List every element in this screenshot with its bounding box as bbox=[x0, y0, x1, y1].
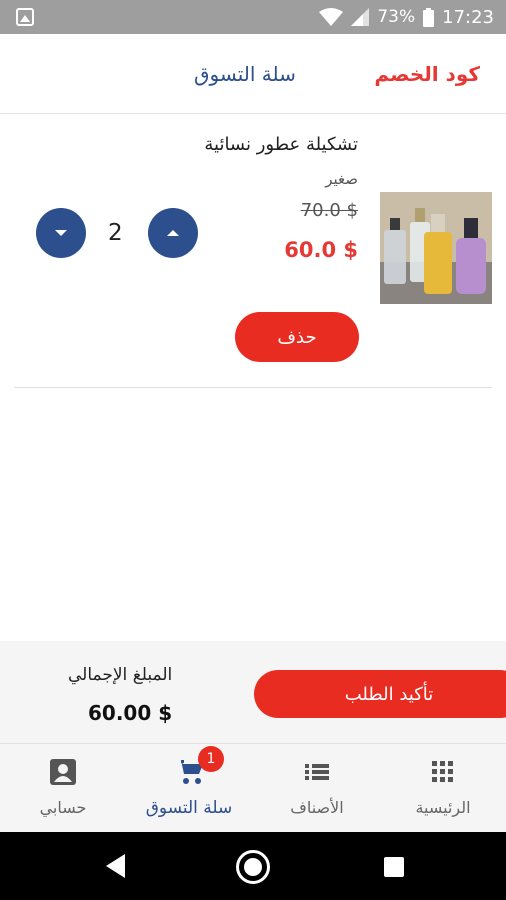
home-circle-icon[interactable] bbox=[236, 850, 270, 884]
nav-categories[interactable]: الأصناف bbox=[254, 744, 380, 833]
bottom-navigation: الرئيسية الأصناف سلة التسوق 1 حسابي bbox=[0, 743, 506, 832]
nav-categories-label: الأصناف bbox=[290, 798, 344, 817]
cart-item: تشكيلة عطور نسائية صغير 70.0 $ 60.0 $ 2 … bbox=[14, 114, 492, 388]
order-summary: تأكيد الطلب المبلغ الإجمالي 60.00 $ bbox=[0, 641, 506, 743]
cart-count-badge: 1 bbox=[198, 746, 224, 772]
grid-icon bbox=[429, 758, 457, 786]
coupon-code-link[interactable]: كود الخصم bbox=[374, 62, 480, 86]
nav-home[interactable]: الرئيسية bbox=[380, 744, 506, 833]
account-icon bbox=[49, 758, 77, 786]
product-name[interactable]: تشكيلة عطور نسائية bbox=[204, 134, 358, 155]
old-price: 70.0 $ bbox=[300, 200, 358, 221]
recent-apps-icon[interactable] bbox=[384, 857, 404, 877]
nav-home-label: الرئيسية bbox=[415, 798, 471, 817]
gallery-notification-icon bbox=[16, 8, 34, 26]
total-label: المبلغ الإجمالي bbox=[68, 665, 173, 685]
system-navigation-bar bbox=[0, 832, 506, 900]
new-price: 60.0 $ bbox=[284, 238, 358, 262]
battery-icon bbox=[423, 7, 435, 27]
status-right: 73% 17:23 bbox=[319, 0, 494, 34]
quantity-increase-button[interactable] bbox=[148, 208, 198, 258]
list-icon bbox=[303, 758, 331, 786]
total-value: 60.00 $ bbox=[88, 701, 173, 725]
nav-cart[interactable]: سلة التسوق bbox=[126, 744, 252, 833]
quantity-decrease-button[interactable] bbox=[36, 208, 86, 258]
chevron-down-icon bbox=[55, 230, 67, 236]
header: كود الخصم سلة التسوق bbox=[0, 34, 506, 114]
back-icon[interactable] bbox=[106, 854, 125, 878]
wifi-icon bbox=[319, 8, 344, 26]
cart-screen: 73% 17:23 كود الخصم سلة التسوق تشكيلة عط… bbox=[0, 0, 506, 900]
nav-account[interactable]: حسابي bbox=[0, 744, 126, 833]
confirm-order-button[interactable]: تأكيد الطلب bbox=[254, 670, 506, 718]
product-size: صغير bbox=[325, 170, 358, 188]
battery-percent: 73% bbox=[377, 7, 416, 27]
signal-icon bbox=[351, 8, 370, 26]
chevron-up-icon bbox=[167, 230, 179, 236]
clock: 17:23 bbox=[442, 6, 494, 28]
nav-cart-label: سلة التسوق bbox=[145, 798, 233, 818]
status-bar: 73% 17:23 bbox=[0, 0, 506, 34]
product-image[interactable] bbox=[380, 192, 492, 304]
quantity-value: 2 bbox=[108, 220, 123, 246]
nav-account-label: حسابي bbox=[39, 798, 87, 817]
delete-button[interactable]: حذف bbox=[235, 312, 359, 362]
page-title: سلة التسوق bbox=[194, 62, 296, 86]
